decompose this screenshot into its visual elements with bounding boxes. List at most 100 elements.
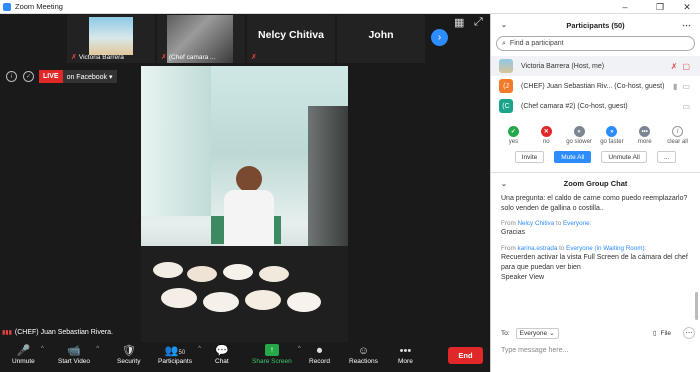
participant-name-large: Nelcy Chitiva <box>258 29 324 41</box>
minimize-button[interactable]: – <box>610 0 640 14</box>
feedback-more[interactable]: ••• more <box>628 126 661 145</box>
active-speaker-video <box>141 66 348 354</box>
window-title: Zoom Meeting <box>15 2 63 11</box>
recipient-select[interactable]: Everyone ⌄ <box>515 327 559 339</box>
share-screen-button[interactable]: ↑ Share Screen ^ <box>252 344 301 365</box>
list-item[interactable]: (J (CHEF) Juan Sebastian Riv... (Co-host… <box>491 76 700 96</box>
muted-mic-icon: ✗ <box>71 54 77 61</box>
participant-name: (CHEF) Juan Sebastian Riv... (Co-host, g… <box>521 82 665 90</box>
thumbnail-john[interactable]: John <box>337 15 425 63</box>
avatar <box>499 59 513 73</box>
chevron-up-icon[interactable]: ^ <box>41 346 44 352</box>
start-video-button[interactable]: 📹 Start Video ^ <box>58 344 99 365</box>
mute-all-button[interactable]: Mute All <box>554 151 592 163</box>
reactions-button[interactable]: ☺ Reactions <box>349 344 378 365</box>
muted-mic-icon: 🎤 <box>16 345 31 357</box>
more-icon[interactable]: ⋯ <box>683 327 695 339</box>
gallery-view-icon[interactable]: ▦ <box>454 16 464 29</box>
info-icon[interactable]: i <box>6 71 17 82</box>
close-button[interactable]: ✕ <box>672 0 700 14</box>
maximize-button[interactable]: ❐ <box>645 0 675 14</box>
feedback-clear-all[interactable]: / clear all <box>661 126 694 145</box>
list-item[interactable]: (C (Chef camara #2) (Co-host, guest) ▭ <box>491 96 700 116</box>
chevron-down-icon[interactable]: ⌄ <box>501 180 507 188</box>
record-icon: ⏺ <box>316 345 323 357</box>
chevron-down-icon[interactable]: ⌄ <box>501 21 507 29</box>
participants-header: ⌄ Participants (50) ⋯ <box>491 14 700 36</box>
participant-list: Victoria Barrera (Host, me) ✗ ▢ (J (CHEF… <box>491 56 700 116</box>
chevron-right-icon: › <box>437 32 442 43</box>
feedback-yes[interactable]: ✓ yes <box>497 126 530 145</box>
cross-icon: ✕ <box>540 126 552 137</box>
more-icon[interactable]: ⋯ <box>682 20 691 31</box>
next-page-button[interactable]: › <box>431 29 448 46</box>
thumbnail-nelcy[interactable]: Nelcy Chitiva ✗ <box>247 15 335 63</box>
shield-icon: 🛡 <box>121 345 136 357</box>
file-button[interactable]: ▯ File <box>652 329 671 338</box>
video-off-icon: 📹 <box>67 345 81 357</box>
file-icon: ▯ <box>652 330 657 337</box>
fast-forward-icon: » <box>606 126 618 137</box>
more-icon: ••• <box>399 345 412 357</box>
chat-icon: 💬 <box>215 345 229 357</box>
more-button[interactable]: ••• More <box>398 344 413 365</box>
more-icon: ••• <box>639 126 651 137</box>
thumbnail-name: Victoria Barrera <box>78 53 124 61</box>
message-meta: From karina.estrada to Everyone (in Wait… <box>501 244 647 252</box>
participants-icon: 👥50 <box>164 345 186 357</box>
live-platform[interactable]: on Facebook ▾ <box>62 70 117 83</box>
chevron-down-icon: ⌄ <box>549 330 555 337</box>
feedback-go-faster[interactable]: » go faster <box>595 126 628 145</box>
chevron-up-icon[interactable]: ^ <box>298 346 301 352</box>
to-label: To: <box>501 329 510 337</box>
thumbnail-name: (Chef camara ... <box>168 53 216 61</box>
mic-icon[interactable]: ▮ <box>673 82 677 91</box>
unmute-all-button[interactable]: Unmute All <box>601 151 647 163</box>
muted-mic-icon: ✗ <box>161 54 167 61</box>
participants-title: Participants (50) <box>566 20 625 30</box>
video-off-icon[interactable]: ▢ <box>682 62 690 71</box>
speaker-label: ▮▮▮ (CHEF) Juan Sebastian Rivera. <box>2 329 113 336</box>
participant-search-field[interactable]: ⌕ Find a participant <box>496 36 695 51</box>
zoom-app-icon <box>3 2 11 11</box>
chat-button[interactable]: 💬 Chat <box>215 344 229 365</box>
participants-button[interactable]: 👥50 Participants ^ <box>158 344 201 365</box>
avatar: (C <box>499 99 513 113</box>
participant-name: (Chef camara #2) (Co-host, guest) <box>521 102 628 110</box>
shield-icon[interactable]: ✓ <box>23 71 34 82</box>
thumbnail-victoria[interactable]: ✗ Victoria Barrera <box>67 15 155 63</box>
rewind-icon: « <box>573 126 585 137</box>
fullscreen-icon[interactable]: ⤢ <box>474 16 483 29</box>
chat-scrollbar[interactable] <box>694 224 698 322</box>
invite-button[interactable]: Invite <box>514 151 545 163</box>
chat-header: ⌄ Zoom Group Chat <box>491 172 700 194</box>
speaker-name: (CHEF) Juan Sebastian Rivera. <box>14 329 113 336</box>
participant-name: Victoria Barrera (Host, me) <box>521 62 605 70</box>
message-meta: From Nelcy Chitiva to Everyone: <box>501 220 592 228</box>
reactions-icon: ☺ <box>357 345 370 357</box>
live-indicator[interactable]: LIVE on Facebook ▾ <box>39 70 117 83</box>
search-placeholder: Find a participant <box>509 40 564 47</box>
list-item[interactable]: Victoria Barrera (Host, me) ✗ ▢ <box>491 56 700 76</box>
record-button[interactable]: ⏺ Record <box>309 344 330 365</box>
participant-name-large: John <box>368 29 394 41</box>
end-meeting-button[interactable]: End <box>448 347 483 364</box>
muted-mic-icon[interactable]: ✗ <box>671 62 678 71</box>
unmute-button[interactable]: 🎤 Unmute ^ <box>12 344 44 365</box>
chevron-up-icon[interactable]: ^ <box>96 346 99 352</box>
security-button[interactable]: 🛡 Security <box>117 344 140 365</box>
chat-messages: Una pregunta: el caldo de carne como pue… <box>491 194 700 283</box>
video-icon[interactable]: ▭ <box>682 102 690 111</box>
chat-input[interactable]: Type message here... <box>491 344 700 372</box>
chat-title: Zoom Group Chat <box>563 179 628 188</box>
feedback-go-slower[interactable]: «go slower <box>563 126 596 145</box>
chevron-up-icon[interactable]: ^ <box>198 346 201 352</box>
more-options-button[interactable]: ... <box>656 151 677 163</box>
chat-recipient-row: To: Everyone ⌄ ▯ File ⋯ <box>491 326 700 340</box>
thumbnail-chef-camara[interactable]: ✗ (Chef camara ... <box>157 15 245 63</box>
feedback-no[interactable]: ✕ no <box>530 126 563 145</box>
chat-message: Gracias <box>501 229 526 237</box>
video-icon[interactable]: ▭ <box>682 82 690 91</box>
avatar: (J <box>499 79 513 93</box>
meeting-area: ✗ Victoria Barrera ✗ (Chef camara ... Nelc… <box>0 14 490 372</box>
